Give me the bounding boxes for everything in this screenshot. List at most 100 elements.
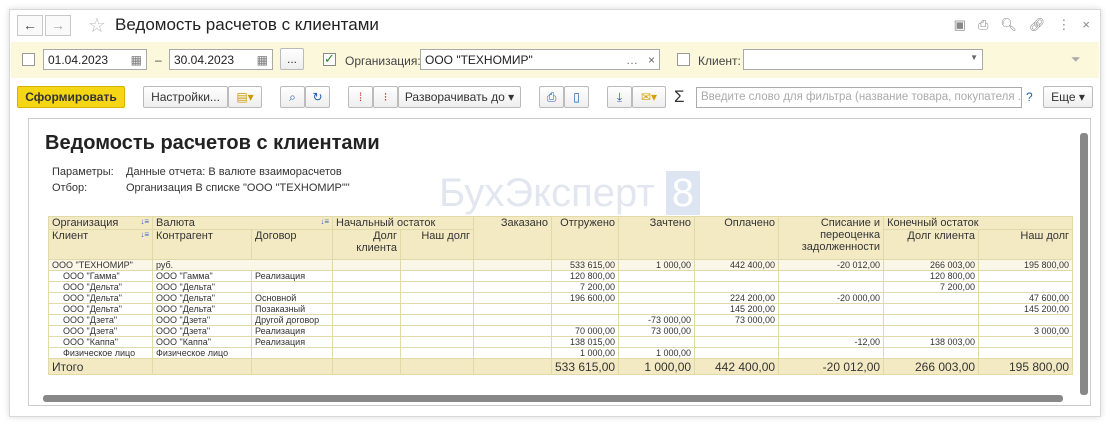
table-cell[interactable]: [400, 259, 474, 271]
table-cell[interactable]: ООО "Дельта": [152, 281, 252, 293]
table-cell[interactable]: [400, 325, 474, 337]
table-cell[interactable]: 47 600,00: [978, 292, 1074, 304]
table-cell[interactable]: -20 012,00: [778, 358, 885, 375]
table-cell[interactable]: 1 000,00: [550, 347, 620, 359]
table-cell[interactable]: [883, 325, 980, 337]
more-vert-icon[interactable]: ⋮: [1057, 17, 1070, 33]
table-cell[interactable]: [332, 336, 401, 348]
table-cell[interactable]: [473, 281, 552, 293]
table-cell[interactable]: [251, 358, 333, 375]
horizontal-scrollbar[interactable]: [43, 395, 1063, 402]
preview-icon[interactable]: ▯: [564, 86, 589, 108]
table-cell[interactable]: [473, 325, 552, 337]
table-cell[interactable]: ООО "Дзета": [48, 314, 153, 326]
more-button[interactable]: Еще ▾: [1043, 86, 1093, 108]
table-cell[interactable]: [400, 314, 474, 326]
table-cell[interactable]: руб.: [152, 259, 333, 271]
collapse-groups-icon[interactable]: ⁞: [348, 86, 373, 108]
table-cell[interactable]: 120 800,00: [550, 270, 620, 282]
organization-input[interactable]: ООО "ТЕХНОМИР"… ×: [420, 49, 660, 70]
table-cell[interactable]: [400, 303, 474, 315]
table-cell[interactable]: ООО "ТЕХНОМИР": [48, 259, 153, 271]
table-cell[interactable]: [694, 336, 780, 348]
table-cell[interactable]: [778, 325, 885, 337]
header-client[interactable]: Клиент ↓≡: [48, 229, 153, 260]
help-link[interactable]: ?: [1026, 90, 1033, 104]
table-cell[interactable]: [778, 303, 885, 315]
table-cell[interactable]: Основной: [251, 292, 333, 304]
table-cell[interactable]: Другой договор: [251, 314, 333, 326]
date-from-input[interactable]: 01.04.2023 ▦: [43, 49, 147, 70]
table-cell[interactable]: ООО "Гамма": [152, 270, 252, 282]
table-cell[interactable]: ООО "Каппа": [152, 336, 252, 348]
period-select-button[interactable]: ...: [280, 48, 304, 70]
table-cell[interactable]: 224 200,00: [694, 292, 780, 304]
table-cell[interactable]: -20 012,00: [778, 259, 885, 271]
table-cell[interactable]: [473, 358, 552, 375]
table-cell[interactable]: [618, 270, 696, 282]
table-cell[interactable]: Итого: [48, 358, 153, 375]
find-icon[interactable]: ⌕: [280, 86, 305, 108]
table-cell[interactable]: [778, 270, 885, 282]
header-currency[interactable]: Валюта ↓≡: [152, 216, 333, 230]
table-cell[interactable]: [332, 358, 401, 375]
table-cell[interactable]: 7 200,00: [550, 281, 620, 293]
table-cell[interactable]: [332, 303, 401, 315]
table-cell[interactable]: Реализация: [251, 325, 333, 337]
table-cell[interactable]: ООО "Дельта": [48, 281, 153, 293]
link-icon[interactable]: 🔗︎: [1029, 17, 1046, 33]
table-cell[interactable]: ООО "Каппа": [48, 336, 153, 348]
table-cell[interactable]: 73 000,00: [694, 314, 780, 326]
table-cell[interactable]: Позаказный: [251, 303, 333, 315]
table-cell[interactable]: 195 800,00: [978, 259, 1074, 271]
variant-button[interactable]: ▤▾: [228, 86, 262, 108]
table-cell[interactable]: [332, 314, 401, 326]
filter-search-input[interactable]: Введите слово для фильтра (название това…: [696, 87, 1022, 108]
table-cell[interactable]: 138 015,00: [550, 336, 620, 348]
table-cell[interactable]: -12,00: [778, 336, 885, 348]
download-icon[interactable]: ⤓: [607, 86, 632, 108]
table-cell[interactable]: [332, 259, 401, 271]
settings-button[interactable]: Настройки...: [143, 86, 228, 108]
table-cell[interactable]: [473, 292, 552, 304]
table-cell[interactable]: [883, 347, 980, 359]
table-cell[interactable]: [473, 303, 552, 315]
table-cell[interactable]: 533 615,00: [550, 259, 620, 271]
table-cell[interactable]: 266 003,00: [883, 259, 980, 271]
table-cell[interactable]: [400, 336, 474, 348]
table-cell[interactable]: 195 800,00: [978, 358, 1074, 375]
table-cell[interactable]: 1 000,00: [618, 358, 696, 375]
table-cell[interactable]: ООО "Дельта": [152, 303, 252, 315]
table-cell[interactable]: [473, 314, 552, 326]
organization-checkbox[interactable]: ✓: [323, 52, 336, 66]
close-icon[interactable]: ×: [1082, 17, 1090, 33]
date-to-input[interactable]: 30.04.2023 ▦: [169, 49, 273, 70]
table-cell[interactable]: [332, 325, 401, 337]
table-cell[interactable]: [778, 281, 885, 293]
table-cell[interactable]: [978, 314, 1074, 326]
table-cell[interactable]: 1 000,00: [618, 347, 696, 359]
table-cell[interactable]: Физическое лицо: [48, 347, 153, 359]
table-cell[interactable]: ООО "Дельта": [152, 292, 252, 304]
table-cell[interactable]: [978, 336, 1074, 348]
table-cell[interactable]: [883, 303, 980, 315]
table-cell[interactable]: ООО "Дзета": [48, 325, 153, 337]
table-cell[interactable]: 266 003,00: [883, 358, 980, 375]
expand-to-button[interactable]: Разворачивать до ▾: [398, 86, 521, 108]
table-cell[interactable]: [978, 281, 1074, 293]
table-cell[interactable]: [473, 336, 552, 348]
client-select[interactable]: ▼: [743, 49, 983, 70]
table-cell[interactable]: 442 400,00: [694, 259, 780, 271]
calendar-icon[interactable]: ▦: [131, 53, 142, 67]
table-cell[interactable]: [473, 347, 552, 359]
print-icon[interactable]: ⎙: [539, 86, 564, 108]
table-cell[interactable]: 120 800,00: [883, 270, 980, 282]
table-cell[interactable]: Реализация: [251, 270, 333, 282]
table-cell[interactable]: ООО "Гамма": [48, 270, 153, 282]
table-cell[interactable]: [694, 281, 780, 293]
table-cell[interactable]: [618, 336, 696, 348]
table-cell[interactable]: ООО "Дельта": [48, 292, 153, 304]
table-cell[interactable]: [694, 347, 780, 359]
table-cell[interactable]: [550, 314, 620, 326]
back-button[interactable]: ←: [17, 15, 43, 36]
